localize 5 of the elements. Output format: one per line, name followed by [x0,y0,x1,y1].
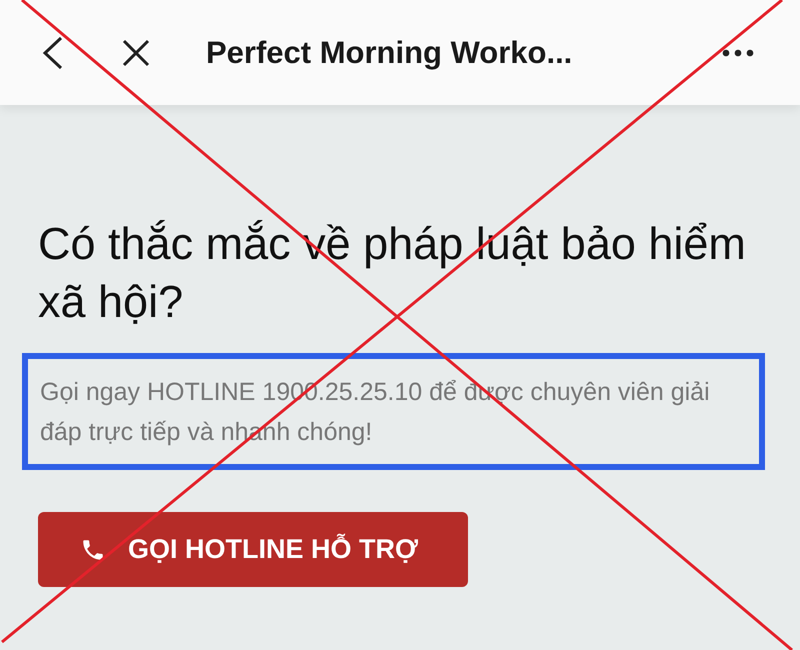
more-icon[interactable] [722,48,754,56]
close-icon[interactable] [122,38,150,66]
page-title: Perfect Morning Worko... [206,34,574,70]
back-icon[interactable] [42,36,64,70]
call-hotline-button[interactable]: GỌI HOTLINE HỖ TRỢ [38,512,468,587]
